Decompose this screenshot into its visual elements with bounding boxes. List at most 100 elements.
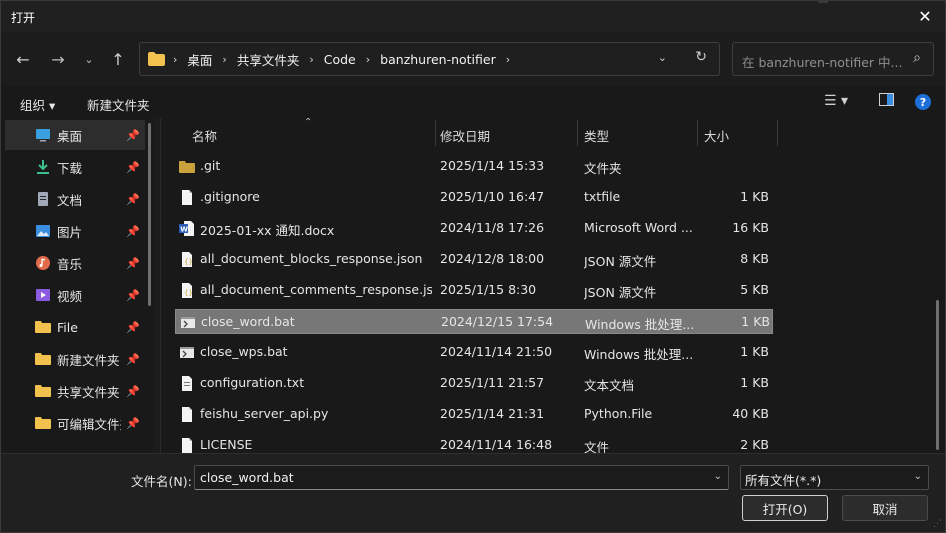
column-date[interactable]: 修改日期: [440, 126, 490, 145]
file-name-cell: LICENSE: [200, 437, 253, 452]
file-type-cell: txtfile: [584, 189, 621, 204]
table-row[interactable]: .git 2025/1/14 15:33 文件夹: [175, 154, 773, 179]
back-arrow-icon[interactable]: ←: [12, 46, 34, 72]
pin-icon[interactable]: 📌: [126, 353, 140, 366]
bat-file-icon: [181, 317, 195, 328]
table-row[interactable]: LICENSE 2024/11/14 16:48 文件 2 KB: [175, 433, 773, 453]
filetype-select[interactable]: 所有文件(*.*) ⌄: [740, 465, 929, 490]
open-button[interactable]: 打开(O): [742, 495, 828, 521]
search-box[interactable]: 在 banzhuren-notifier 中... ⌕: [732, 42, 934, 76]
breadcrumb-separator-icon[interactable]: ›: [502, 53, 514, 66]
table-row[interactable]: close_wps.bat 2024/11/14 21:50 Windows 批处理…: [175, 340, 773, 365]
column-name[interactable]: 名称: [192, 126, 217, 145]
pin-icon[interactable]: 📌: [126, 321, 140, 334]
column-divider[interactable]: [777, 120, 778, 146]
dialog-footer: 文件名(N): close_word.bat ⌄ 所有文件(*.*) ⌄ 打开(…: [1, 453, 945, 532]
new-folder-button[interactable]: 新建文件夹: [87, 95, 150, 114]
pin-icon[interactable]: 📌: [126, 161, 140, 174]
svg-text:{}: {}: [184, 258, 193, 266]
sidebar-item-label: 桌面: [57, 128, 83, 144]
folder-icon: [35, 353, 51, 365]
breadcrumb-item[interactable]: 桌面: [181, 50, 218, 69]
pin-icon[interactable]: 📌: [126, 289, 140, 302]
organize-menu-button[interactable]: 组织 ▾: [20, 95, 55, 114]
filename-value: close_word.bat: [200, 470, 294, 485]
up-arrow-icon[interactable]: ↑: [107, 46, 129, 72]
close-icon[interactable]: ✕: [911, 3, 939, 29]
sidebar-item-desktop[interactable]: 桌面 📌: [5, 120, 145, 150]
address-bar[interactable]: › 桌面 › 共享文件夹 › Code › banzhuren-notifier…: [139, 42, 720, 76]
forward-arrow-icon[interactable]: →: [47, 46, 69, 72]
column-header: ⌃ 名称 修改日期 类型 大小: [161, 118, 945, 148]
bat-file-icon: [180, 347, 194, 358]
sidebar-item-new-folder[interactable]: 新建文件夹 📌: [5, 344, 145, 374]
table-row[interactable]: configuration.txt 2025/1/11 21:57 文本文档 1 KB: [175, 371, 773, 396]
table-row[interactable]: close_word.bat 2024/12/15 17:54 Windows 批处…: [175, 309, 773, 334]
refresh-icon[interactable]: ↻: [695, 49, 707, 65]
breadcrumb-item[interactable]: Code: [318, 52, 362, 67]
column-divider[interactable]: [697, 120, 698, 146]
file-name-cell: .gitignore: [200, 189, 260, 204]
sidebar-item-label: 可编辑文件夹: [57, 416, 121, 432]
sidebar-item-downloads[interactable]: 下载 📌: [5, 152, 145, 182]
file-size-cell: 2 KB: [740, 437, 769, 452]
table-row[interactable]: {} all_document_comments_response.js... 20…: [175, 278, 773, 303]
pin-icon[interactable]: 📌: [126, 385, 140, 398]
svg-text:{}: {}: [184, 289, 193, 297]
address-dropdown-chevron-icon[interactable]: ⌄: [658, 51, 667, 64]
folder-icon: [179, 161, 195, 173]
column-divider[interactable]: [435, 120, 436, 146]
video-icon: [36, 289, 50, 301]
file-size-cell: 1 KB: [740, 344, 769, 359]
resize-grip-icon[interactable]: ⋰: [933, 519, 942, 529]
pin-icon[interactable]: 📌: [126, 193, 140, 206]
preview-pane-icon[interactable]: [879, 93, 894, 110]
sidebar-item-pictures[interactable]: 图片 📌: [5, 216, 145, 246]
file-size-cell: 1 KB: [741, 314, 770, 329]
view-options-icon[interactable]: ☰ ▾: [824, 93, 848, 109]
sidebar-item-shared-folder[interactable]: 共享文件夹 📌: [5, 376, 145, 406]
sidebar-scrollbar[interactable]: [148, 123, 151, 306]
file-date-cell: 2025/1/11 21:57: [440, 375, 545, 390]
column-divider[interactable]: [577, 120, 578, 146]
picture-icon: [36, 225, 50, 237]
table-row[interactable]: W 2025-01-xx 通知.docx 2024/11/8 17:26 Micros…: [175, 216, 773, 241]
column-type[interactable]: 类型: [584, 126, 609, 145]
file-size-cell: 40 KB: [732, 406, 769, 421]
table-row[interactable]: {} all_document_blocks_response.json 2024/…: [175, 247, 773, 272]
pin-icon[interactable]: 📌: [126, 257, 140, 270]
table-row[interactable]: feishu_server_api.py 2025/1/14 21:31 Pytho…: [175, 402, 773, 427]
sidebar-item-file[interactable]: File 📌: [5, 312, 145, 342]
breadcrumb-item[interactable]: banzhuren-notifier: [374, 52, 502, 67]
sidebar-item-editable-folder[interactable]: 可编辑文件夹 📌: [5, 408, 145, 438]
folder-icon: [35, 417, 51, 429]
filename-input[interactable]: close_word.bat ⌄: [194, 465, 729, 490]
recent-locations-chevron-icon[interactable]: ⌄: [78, 46, 100, 72]
sidebar-item-documents[interactable]: 文档 📌: [5, 184, 145, 214]
folder-icon: [148, 52, 165, 66]
file-type-cell: Windows 批处理...: [585, 317, 695, 332]
search-icon[interactable]: ⌕: [913, 50, 921, 66]
pin-icon[interactable]: 📌: [126, 225, 140, 238]
file-list-scrollbar[interactable]: [936, 300, 939, 450]
cancel-button[interactable]: 取消: [842, 495, 928, 521]
document-icon: [38, 192, 48, 206]
chevron-down-icon[interactable]: ⌄: [914, 471, 922, 482]
breadcrumb-item[interactable]: 共享文件夹: [231, 50, 306, 69]
table-row[interactable]: .gitignore 2025/1/10 16:47 txtfile 1 KB: [175, 185, 773, 210]
filetype-value: 所有文件(*.*): [745, 473, 822, 488]
pin-icon[interactable]: 📌: [126, 129, 140, 142]
file-type-cell: JSON 源文件: [584, 285, 657, 300]
pin-icon[interactable]: 📌: [126, 417, 140, 430]
chevron-down-icon[interactable]: ⌄: [714, 471, 722, 482]
column-size[interactable]: 大小: [704, 126, 729, 145]
file-size-cell: 5 KB: [740, 282, 769, 297]
search-placeholder: 在 banzhuren-notifier 中...: [742, 55, 903, 70]
file-size-cell: 8 KB: [740, 251, 769, 266]
sidebar-item-videos[interactable]: 视频 📌: [5, 280, 145, 310]
help-icon[interactable]: ?: [915, 94, 931, 110]
word-file-icon: W: [179, 221, 194, 236]
file-name-cell: all_document_comments_response.js...: [200, 282, 432, 297]
sidebar-item-music[interactable]: 音乐 📌: [5, 248, 145, 278]
window-title: 打开: [11, 11, 36, 25]
